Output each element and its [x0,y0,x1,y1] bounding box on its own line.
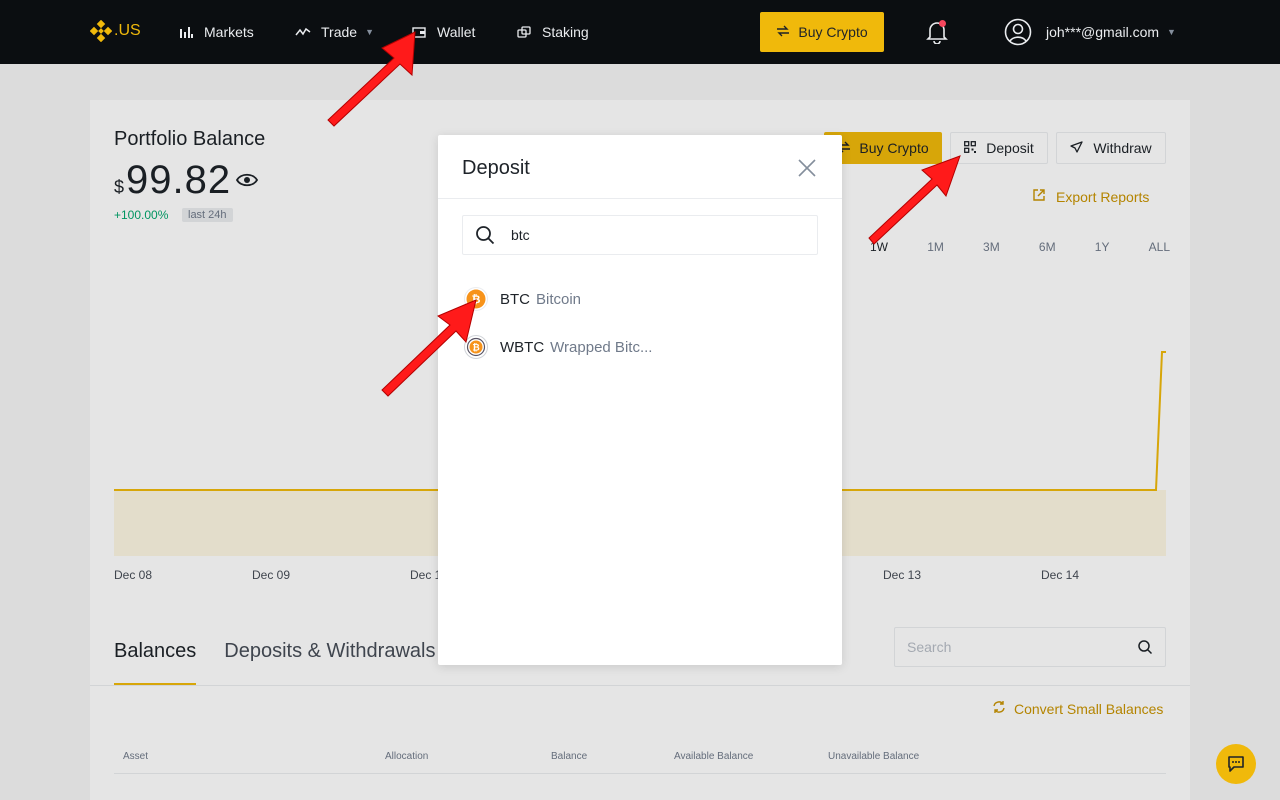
binance-logo-icon [90,20,112,42]
bar-chart-icon [178,24,194,40]
notification-dot [939,20,946,27]
coin-result-wbtc[interactable]: ₿ WBTC Wrapped Bitc... [464,333,652,361]
wrapped-bitcoin-icon: ₿ [464,335,488,359]
coin-result-btc[interactable]: ₿ BTC Bitcoin [464,285,581,313]
nav-staking-label: Staking [542,24,589,40]
buy-crypto-nav-button[interactable]: Buy Crypto [760,12,884,52]
svg-text:₿: ₿ [472,343,479,354]
trend-icon [295,24,311,40]
svg-text:₿: ₿ [472,293,481,306]
modal-title: Deposit [462,157,530,179]
nav-markets-label: Markets [204,24,254,40]
coin-search-input[interactable] [511,227,791,243]
user-email: joh***@gmail.com [1046,24,1160,40]
wallet-icon [411,24,427,40]
nav-markets[interactable]: Markets [178,0,254,64]
top-nav: .US Markets Trade ▼ Wallet Staking Buy C… [0,0,1280,64]
close-icon[interactable] [796,157,818,179]
user-icon [1004,18,1032,46]
chat-button[interactable] [1216,744,1256,784]
logo-text: .US [114,22,141,39]
coins-icon [516,24,532,40]
search-icon [476,226,495,245]
chevron-down-icon: ▼ [1167,27,1176,37]
notification-button[interactable] [926,20,948,45]
coin-name: Bitcoin [536,290,582,308]
coin-symbol: WBTC [500,338,545,356]
bitcoin-icon: ₿ [464,287,488,311]
coin-name: Wrapped Bitc... [550,338,653,356]
chat-icon [1228,756,1244,772]
coin-search-field[interactable] [462,215,818,255]
nav-wallet[interactable]: Wallet [411,0,475,64]
coin-symbol: BTC [500,290,530,308]
chevron-down-icon: ▼ [365,27,374,37]
nav-trade[interactable]: Trade ▼ [295,0,374,64]
nav-wallet-label: Wallet [437,24,476,40]
logo[interactable]: .US [90,20,141,42]
buy-crypto-nav-label: Buy Crypto [798,24,868,40]
divider [438,198,842,199]
user-menu[interactable]: joh***@gmail.com ▼ [1004,18,1176,46]
nav-staking[interactable]: Staking [516,0,589,64]
exchange-icon [776,24,790,40]
nav-trade-label: Trade [321,24,358,40]
deposit-modal: Deposit ₿ BTC Bitcoin ₿ WBTC Wrapped Bit… [438,135,842,665]
